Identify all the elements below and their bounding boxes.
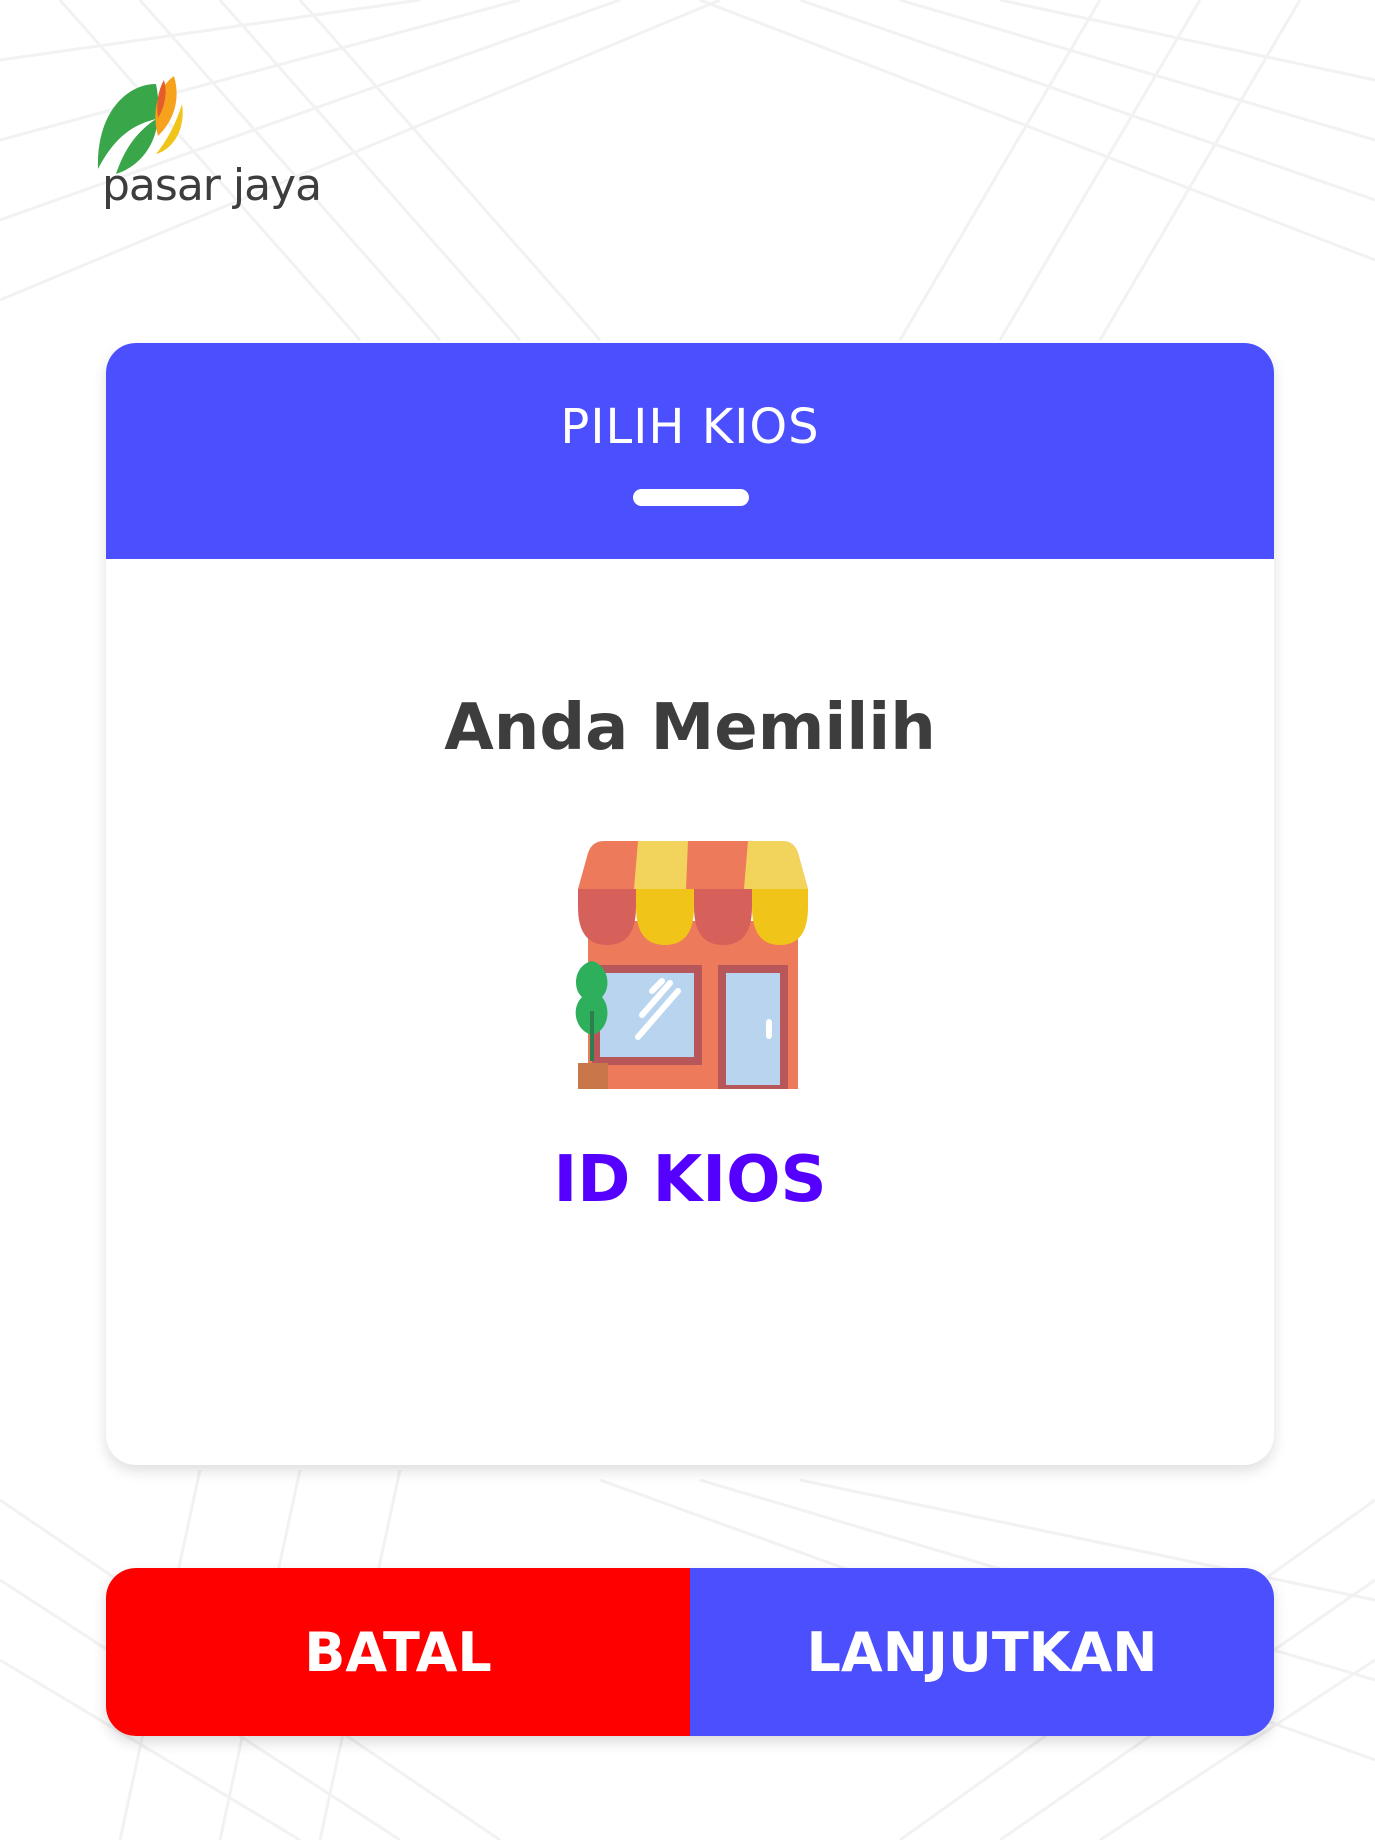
title-underline xyxy=(633,489,749,506)
selection-heading: Anda Memilih xyxy=(444,691,936,765)
page-title: PILIH KIOS xyxy=(560,399,820,455)
brand-name: pasar jaya xyxy=(102,160,322,211)
continue-button[interactable]: LANJUTKAN xyxy=(690,1568,1274,1736)
store-icon xyxy=(575,841,808,1089)
cancel-button[interactable]: BATAL xyxy=(106,1568,690,1736)
pasar-jaya-logo: pasar jaya xyxy=(86,74,322,224)
card-header: PILIH KIOS xyxy=(106,343,1274,559)
kiosk-selection-card: PILIH KIOS Anda Memilih ID KIOS xyxy=(106,343,1274,1465)
action-buttons: BATAL LANJUTKAN xyxy=(106,1568,1274,1736)
kiosk-id-value: ID KIOS xyxy=(553,1143,827,1217)
